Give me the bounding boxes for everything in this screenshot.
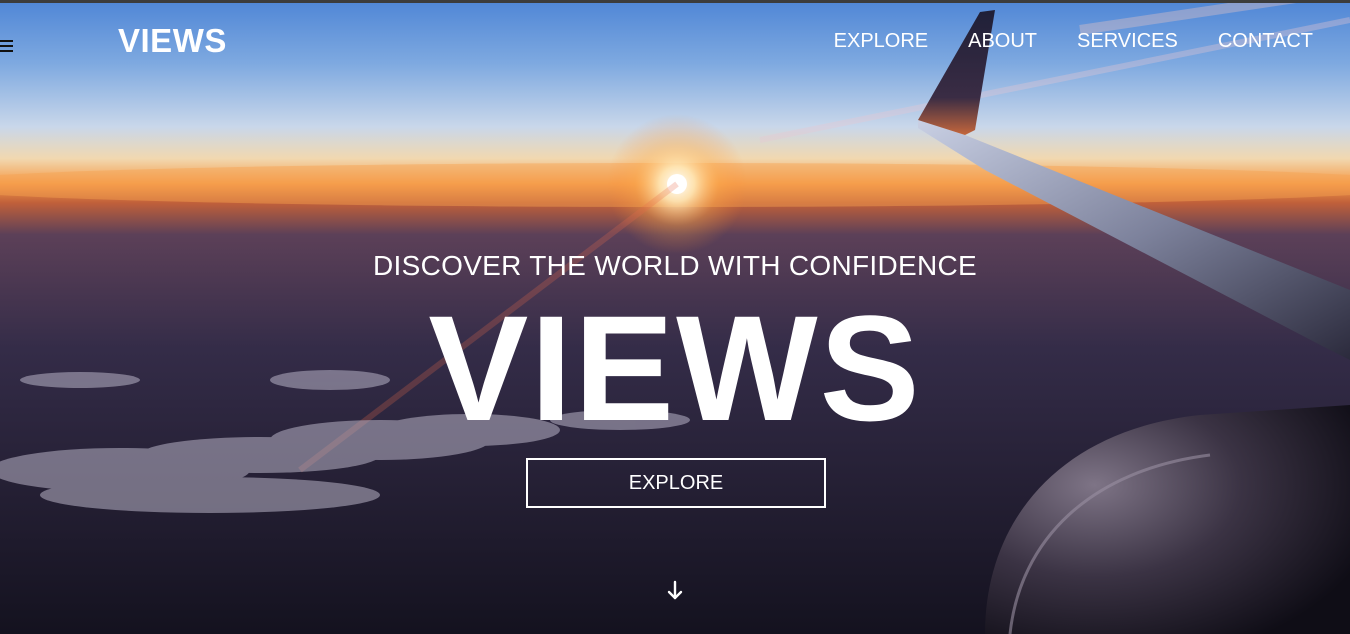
arrow-down-icon[interactable] [666, 580, 684, 602]
explore-button[interactable]: EXPLORE [526, 458, 826, 508]
hamburger-menu-icon[interactable] [0, 40, 14, 52]
hero-tagline: DISCOVER THE WORLD WITH CONFIDENCE [373, 250, 977, 281]
nav-contact-link[interactable]: CONTACT [1218, 30, 1313, 53]
hero-headline: VIEWS [428, 284, 922, 452]
nav-services-link[interactable]: SERVICES [1077, 30, 1178, 53]
hero-section: VIEWS EXPLORE ABOUT SERVICES CONTACT DIS… [0, 0, 1350, 634]
nav-about-link[interactable]: ABOUT [968, 30, 1037, 53]
top-border [0, 0, 1350, 3]
nav-explore-link[interactable]: EXPLORE [834, 30, 928, 53]
main-navigation: EXPLORE ABOUT SERVICES CONTACT [834, 30, 1313, 53]
site-logo[interactable]: VIEWS [118, 22, 227, 60]
